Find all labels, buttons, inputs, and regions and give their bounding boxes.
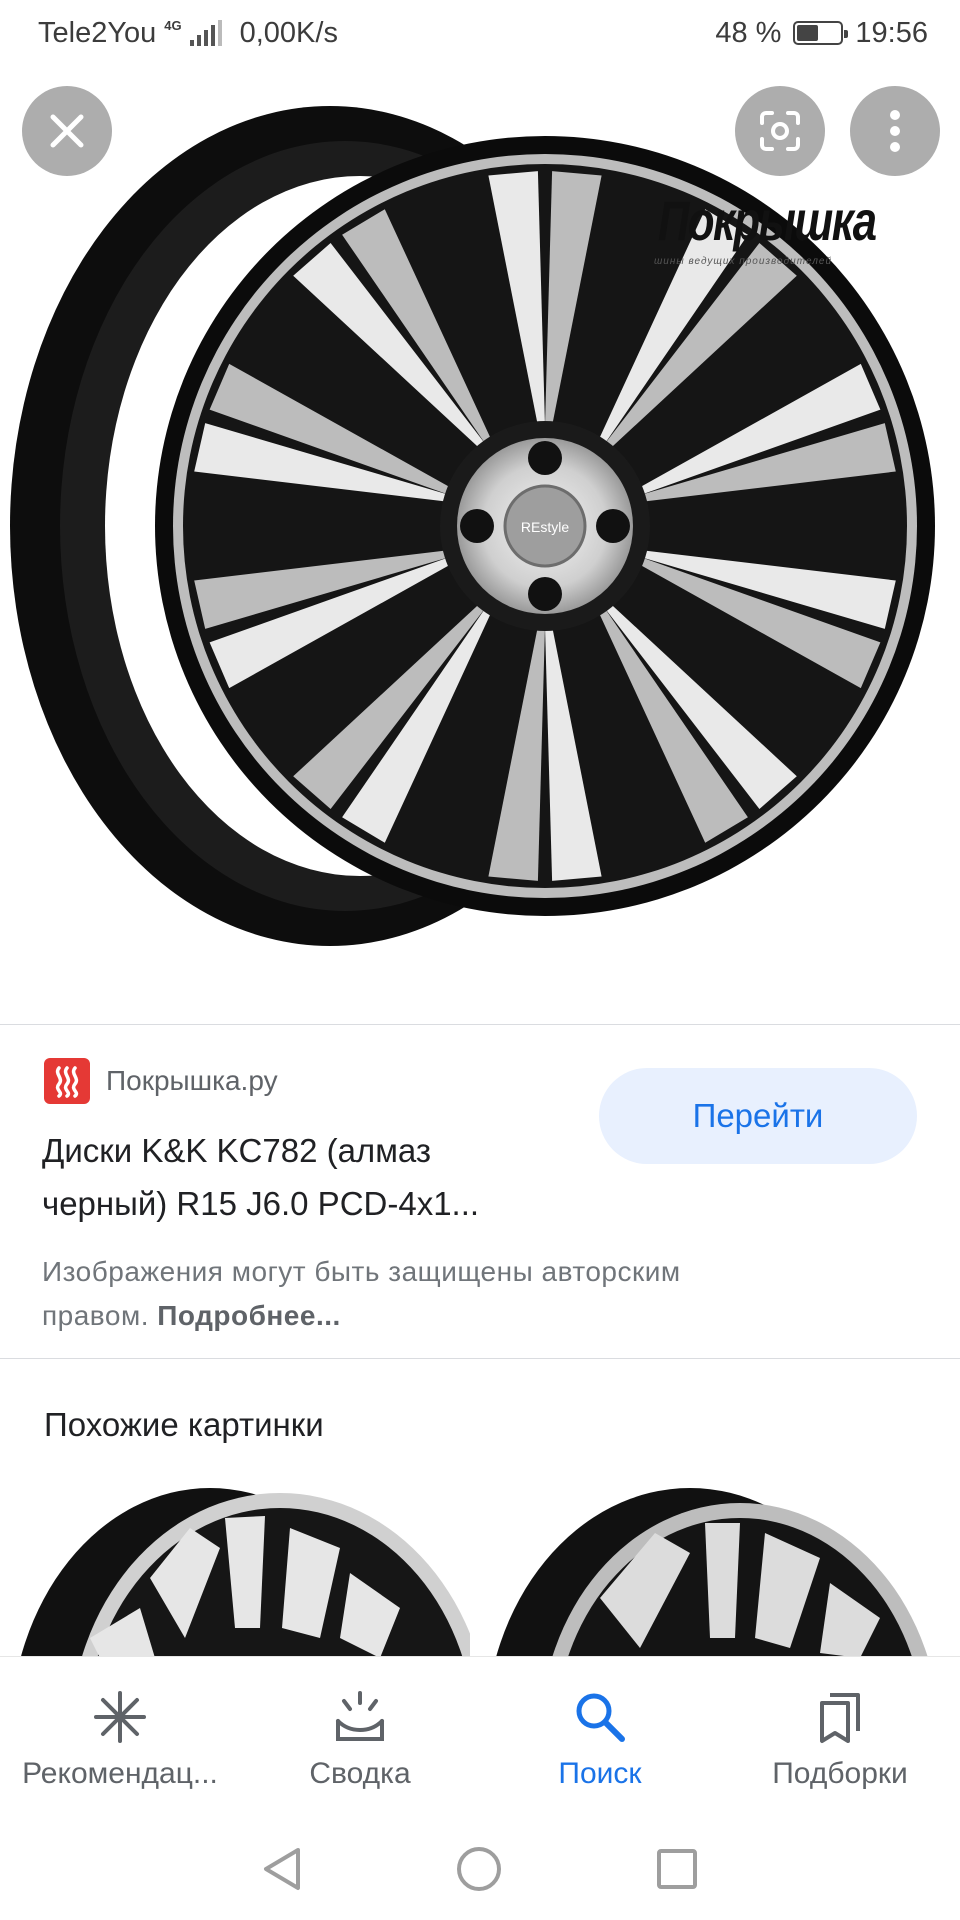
image-viewer[interactable]: REstyle Покрышка шины ведущих производит… [0,66,960,1024]
status-left: Tele2You 4G 0,00K/s [38,17,338,50]
carrier-name: Tele2You [38,16,157,49]
nav-item-recommendations[interactable]: Рекомендац... [0,1657,240,1818]
close-button[interactable] [22,86,112,176]
clock: 19:56 [855,16,928,49]
nav-item-collections[interactable]: Подборки [720,1657,960,1818]
status-right: 48 % 19:56 [715,17,928,50]
recents-icon[interactable] [654,1846,700,1892]
close-icon [50,114,84,148]
divider [0,1024,960,1025]
signal-icon [189,20,222,46]
asterisk-icon [90,1687,150,1747]
copyright-line-2: правом. [42,1300,149,1331]
back-icon[interactable] [260,1844,304,1894]
more-info-link[interactable]: Подробнее... [157,1300,341,1331]
network-type: 4G [164,17,182,33]
home-icon[interactable] [454,1844,504,1894]
site-watermark: Покрышка шины ведущих производителей [648,182,910,274]
network-speed: 0,00K/s [239,16,338,49]
result-title[interactable]: Диски K&K KC782 (алмаз черный) R15 J6.0 … [42,1124,582,1230]
source-row[interactable]: Покрышка.ру [44,1058,278,1104]
site-logo-icon [44,1058,90,1104]
nav-item-updates[interactable]: Сводка [240,1657,480,1818]
hub-cap-label: REstyle [521,519,569,535]
collections-icon [810,1687,870,1747]
nav-label: Рекомендац... [22,1757,218,1790]
result-title-line-2: черный) R15 J6.0 PCD-4x1... [42,1185,480,1222]
nav-label: Сводка [309,1757,411,1790]
nav-label: Подборки [772,1757,908,1790]
more-options-button[interactable] [850,86,940,176]
watermark-subtitle: шины ведущих производителей [654,256,833,267]
nav-item-search[interactable]: Поиск [480,1657,720,1818]
visit-button[interactable]: Перейти [599,1068,917,1164]
battery-icon [793,21,849,45]
lens-search-icon [760,111,800,151]
divider [0,1358,960,1359]
battery-percent: 48 % [715,16,782,49]
similar-image-thumbnail[interactable] [20,1488,470,1658]
copyright-notice: Изображения могут быть защищены авторски… [42,1250,862,1338]
battery-level [797,25,818,41]
more-vertical-icon [890,110,900,152]
result-title-line-1: Диски K&K KC782 (алмаз [42,1132,431,1169]
similar-images-heading: Похожие картинки [44,1406,324,1443]
nav-label: Поиск [558,1757,642,1790]
search-icon [570,1687,630,1747]
lens-search-button[interactable] [735,86,825,176]
bottom-navigation: Рекомендац... Сводка Поиск Подборки [0,1656,960,1818]
updates-icon [330,1687,390,1747]
source-name: Покрышка.ру [106,1065,278,1096]
system-navigation-bar [0,1818,960,1920]
status-bar: Tele2You 4G 0,00K/s 48 % 19:56 [0,0,960,66]
copyright-line-1: Изображения могут быть защищены авторски… [42,1256,681,1287]
watermark-title: Покрышка [658,189,877,252]
similar-image-thumbnail[interactable] [490,1488,940,1658]
